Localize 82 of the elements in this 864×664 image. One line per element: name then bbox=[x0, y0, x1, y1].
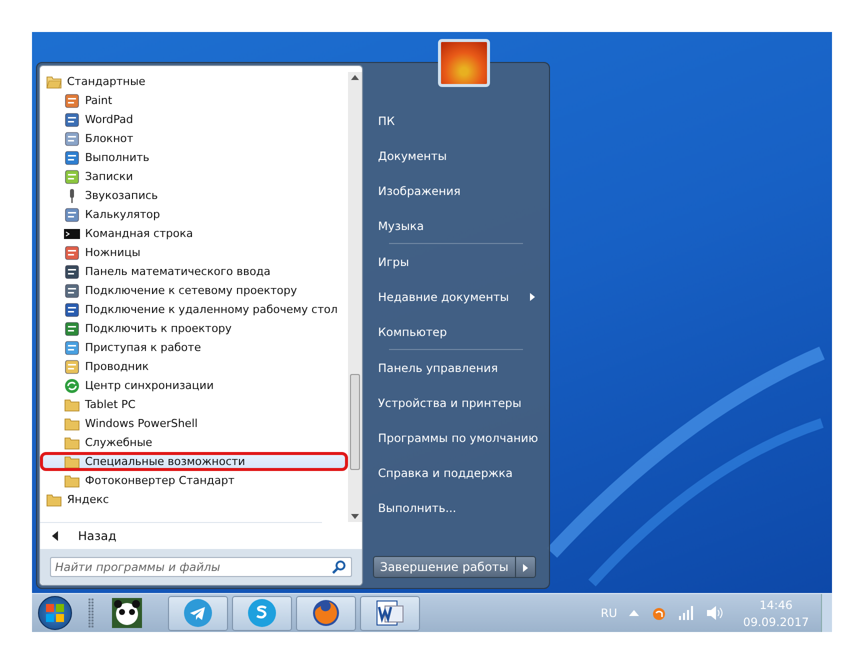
program-item[interactable]: Подключение к удаленному рабочему стол bbox=[40, 300, 348, 319]
scrollbar[interactable] bbox=[348, 72, 362, 522]
program-item[interactable]: Записки bbox=[40, 167, 348, 186]
program-item[interactable]: Блокнот bbox=[40, 129, 348, 148]
app-icon bbox=[64, 282, 80, 298]
app-icon bbox=[64, 244, 80, 260]
app-icon bbox=[64, 320, 80, 336]
program-folder[interactable]: Tablet PC bbox=[40, 395, 348, 414]
back-label: Назад bbox=[78, 529, 116, 543]
folder-icon bbox=[64, 396, 80, 412]
w-document-icon bbox=[375, 598, 405, 628]
paper-plane-icon bbox=[183, 598, 213, 628]
program-item[interactable]: Центр синхронизации bbox=[40, 376, 348, 395]
folder-icon bbox=[64, 454, 80, 470]
shutdown-options-button[interactable] bbox=[516, 556, 536, 578]
program-folder[interactable]: Специальные возможности bbox=[40, 452, 348, 471]
antivirus-icon[interactable] bbox=[651, 605, 668, 621]
show-hidden-icons-icon[interactable] bbox=[629, 610, 640, 616]
program-folder[interactable]: Яндекс bbox=[40, 490, 348, 509]
search-field[interactable]: Найти программы и файлы bbox=[50, 557, 352, 577]
app-icon bbox=[64, 92, 80, 108]
program-folder[interactable]: Стандартные bbox=[40, 72, 348, 91]
app-icon bbox=[64, 358, 80, 374]
app-icon bbox=[64, 302, 80, 318]
scrollbar-thumb[interactable] bbox=[350, 374, 360, 470]
program-folder[interactable]: Служебные bbox=[40, 433, 348, 452]
s-logo-icon bbox=[247, 598, 277, 628]
places-item[interactable]: Панель управления bbox=[373, 350, 539, 385]
user-picture-placeholder bbox=[438, 39, 490, 87]
program-item[interactable]: Подключение к сетевому проектору bbox=[40, 281, 348, 300]
places-item[interactable]: Устройства и принтеры bbox=[373, 385, 539, 420]
program-item[interactable]: Подключить к проектору bbox=[40, 319, 348, 338]
arrow-icon bbox=[522, 564, 528, 572]
program-item[interactable]: Выполнить bbox=[40, 148, 348, 167]
program-item[interactable]: Ножницы bbox=[40, 243, 348, 262]
volume-icon[interactable] bbox=[707, 606, 724, 620]
places-item[interactable]: ПК bbox=[373, 103, 539, 138]
program-item[interactable]: Командная строка bbox=[40, 224, 348, 243]
places-item[interactable]: Игры bbox=[373, 244, 539, 279]
document-app-button[interactable] bbox=[360, 596, 420, 630]
panda-icon bbox=[112, 598, 142, 628]
places-item[interactable]: Компьютер bbox=[373, 314, 539, 349]
folder-icon bbox=[64, 416, 80, 432]
sync-icon bbox=[64, 378, 80, 394]
windows-logo-icon bbox=[45, 603, 65, 623]
date-text: 09.09.2017 bbox=[743, 614, 809, 628]
app-icon bbox=[64, 340, 80, 356]
app-icon bbox=[64, 130, 80, 146]
program-item[interactable]: Проводник bbox=[40, 357, 348, 376]
program-item[interactable]: Панель математического ввода bbox=[40, 262, 348, 281]
program-item[interactable]: WordPad bbox=[40, 110, 348, 129]
s-logo-app-button[interactable] bbox=[232, 596, 292, 630]
app-icon bbox=[64, 112, 80, 128]
shutdown-button[interactable]: Завершение работы bbox=[373, 556, 516, 578]
places-item[interactable]: Недавние документы bbox=[373, 279, 539, 314]
search-icon bbox=[332, 560, 346, 574]
signal-icon[interactable] bbox=[679, 606, 696, 620]
app-icon bbox=[64, 264, 80, 280]
places-item[interactable]: Программы по умолчанию bbox=[373, 420, 539, 455]
panda-app-button[interactable] bbox=[110, 596, 144, 630]
back-arrow-icon bbox=[52, 531, 58, 541]
program-item[interactable]: Приступая к работе bbox=[40, 338, 348, 357]
start-button[interactable] bbox=[38, 596, 72, 630]
places-item[interactable]: Выполнить... bbox=[373, 490, 539, 525]
places-item[interactable]: Изображения bbox=[373, 173, 539, 208]
paper-plane-app-button[interactable] bbox=[168, 596, 228, 630]
places-item[interactable]: Документы bbox=[373, 138, 539, 173]
program-item[interactable]: Paint bbox=[40, 91, 348, 110]
program-item[interactable]: Звукозапись bbox=[40, 186, 348, 205]
program-folder[interactable]: Windows PowerShell bbox=[40, 414, 348, 433]
browser-app-button[interactable] bbox=[296, 596, 356, 630]
scroll-up-icon[interactable] bbox=[351, 75, 359, 80]
places-item[interactable]: Справка и поддержка bbox=[373, 455, 539, 490]
app-icon bbox=[64, 168, 80, 184]
scroll-down-icon[interactable] bbox=[351, 514, 359, 519]
show-desktop-button[interactable] bbox=[821, 594, 832, 632]
app-icon bbox=[64, 150, 80, 166]
app-icon bbox=[64, 206, 80, 222]
program-folder[interactable]: Фотоконвертер Стандарт bbox=[40, 471, 348, 490]
places-item[interactable]: Музыка bbox=[373, 208, 539, 243]
time-text: 14:46 bbox=[759, 598, 793, 612]
program-item[interactable]: Калькулятор bbox=[40, 205, 348, 224]
